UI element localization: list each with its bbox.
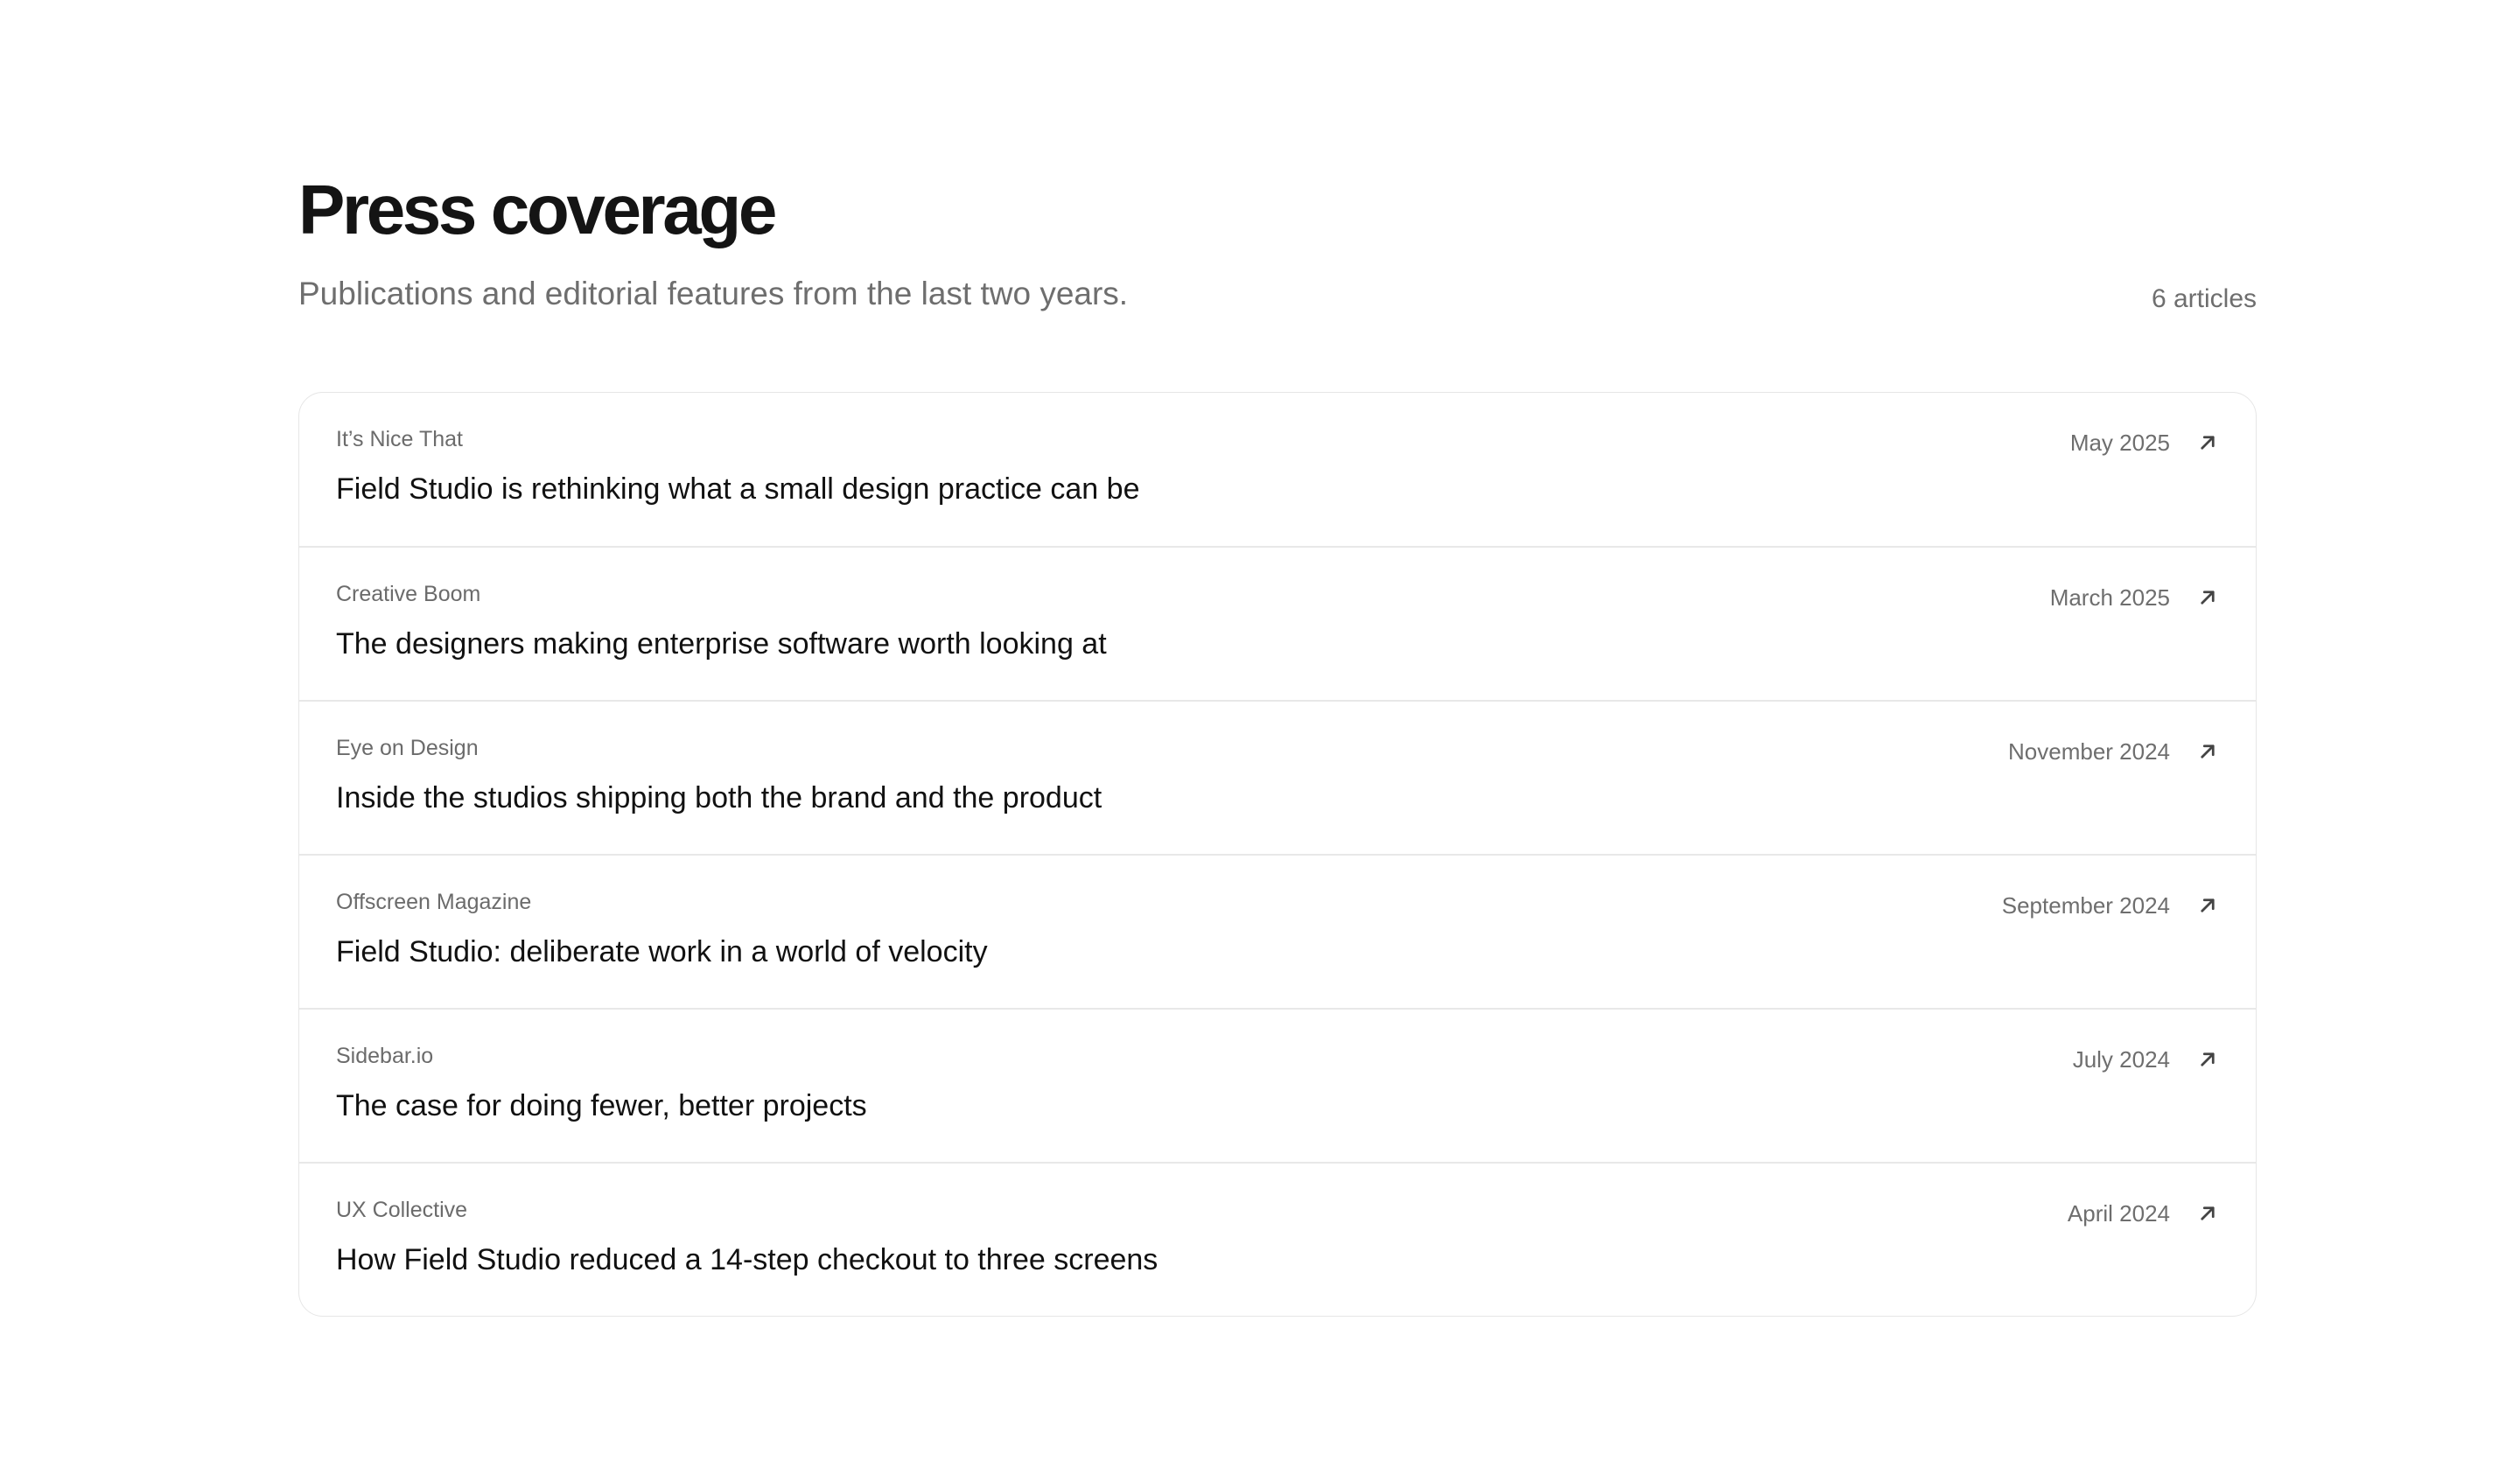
article-date: September 2024: [2001, 892, 2170, 919]
article-headline[interactable]: The designers making enterprise software…: [336, 625, 1107, 663]
article-date: April 2024: [2067, 1200, 2170, 1227]
publication-name: Sidebar.io: [336, 1044, 434, 1068]
article-date: July 2024: [2072, 1046, 2170, 1073]
article-date: May 2025: [2069, 430, 2170, 456]
article-row[interactable]: Eye on Design Inside the studios shippin…: [299, 700, 2256, 854]
article-headline[interactable]: Field Studio: deliberate work in a world…: [336, 933, 988, 971]
publication-name: Eye on Design: [336, 736, 479, 760]
article-count: 6 articles: [2151, 284, 2257, 313]
article-row[interactable]: Sidebar.io The case for doing fewer, bet…: [299, 1008, 2256, 1162]
page-subtitle: Publications and editorial features from…: [298, 276, 1129, 311]
press-page: Press coverage Publications and editoria…: [0, 0, 2520, 1468]
arrow-up-right-icon[interactable]: [2194, 892, 2221, 919]
page-title: Press coverage: [298, 171, 777, 248]
article-headline[interactable]: The case for doing fewer, better project…: [336, 1087, 867, 1125]
section-header: Press coverage Publications and editoria…: [298, 157, 2257, 392]
publication-name: Offscreen Magazine: [336, 890, 532, 914]
article-list: It’s Nice That Field Studio is rethinkin…: [298, 392, 2257, 1317]
publication-name: It’s Nice That: [336, 427, 463, 451]
press-coverage-section: Press coverage Publications and editoria…: [298, 157, 2257, 1317]
arrow-up-right-icon[interactable]: [2194, 1200, 2221, 1227]
publication-name: Creative Boom: [336, 582, 481, 606]
article-date: November 2024: [2008, 738, 2170, 765]
article-headline[interactable]: How Field Studio reduced a 14-step check…: [336, 1241, 1158, 1279]
article-row[interactable]: Offscreen Magazine Field Studio: deliber…: [299, 854, 2256, 1008]
article-headline[interactable]: Field Studio is rethinking what a small …: [336, 470, 1139, 508]
arrow-up-right-icon[interactable]: [2194, 738, 2221, 765]
arrow-up-right-icon[interactable]: [2194, 1046, 2221, 1073]
article-headline[interactable]: Inside the studios shipping both the bra…: [336, 779, 1102, 817]
arrow-up-right-icon[interactable]: [2194, 430, 2221, 456]
article-row[interactable]: It’s Nice That Field Studio is rethinkin…: [299, 393, 2256, 546]
article-row[interactable]: Creative Boom The designers making enter…: [299, 546, 2256, 700]
article-row[interactable]: UX Collective How Field Studio reduced a…: [299, 1162, 2256, 1316]
arrow-up-right-icon[interactable]: [2194, 584, 2221, 611]
publication-name: UX Collective: [336, 1198, 468, 1222]
article-date: March 2025: [2049, 584, 2170, 611]
